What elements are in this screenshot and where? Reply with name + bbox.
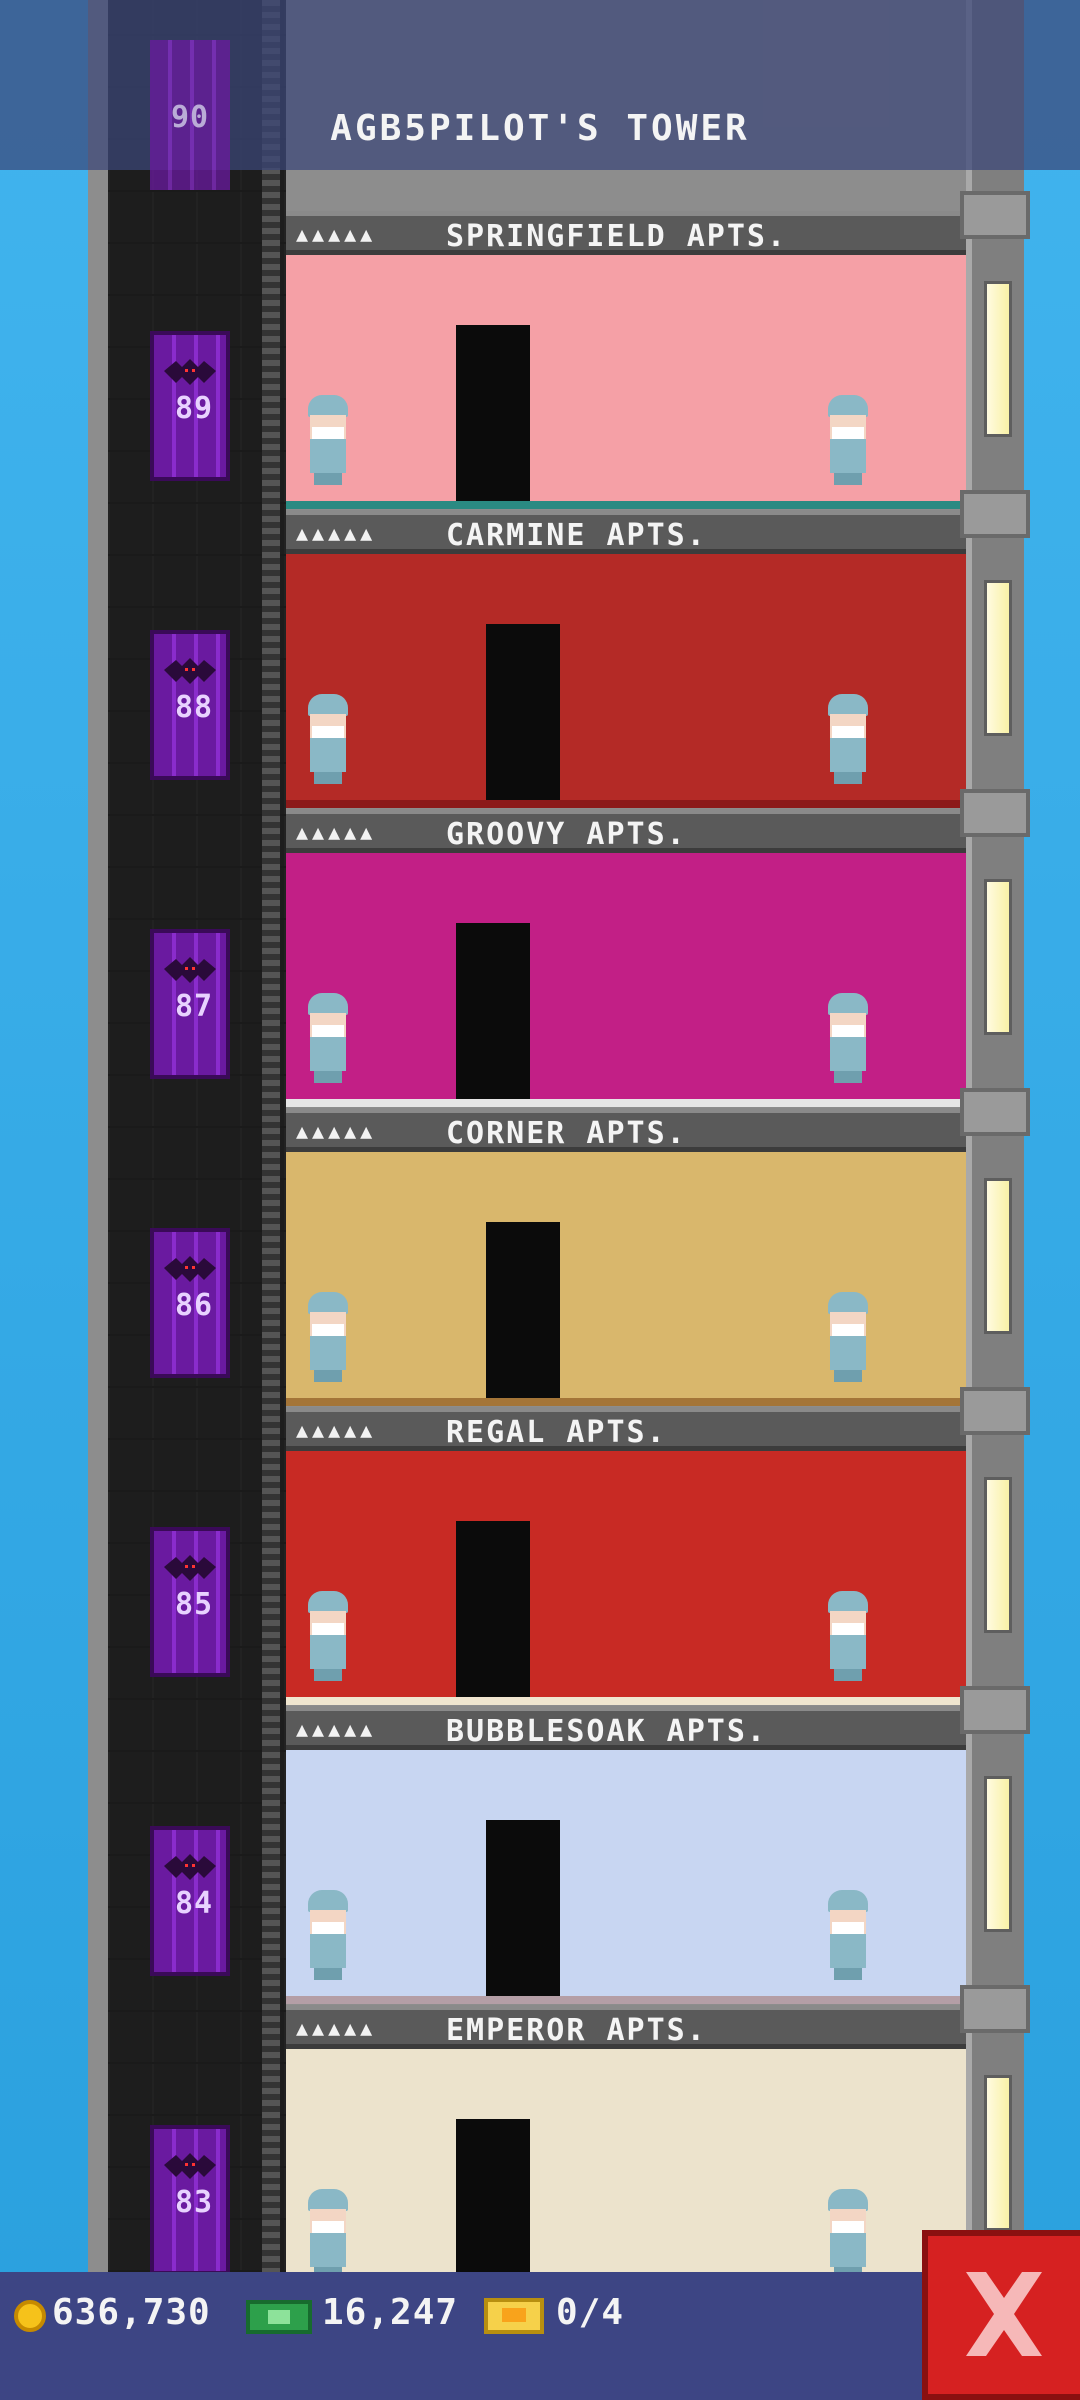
- floor-name-bar[interactable]: ▲▲▲▲▲ EMPEROR APTS.: [286, 2005, 966, 2049]
- apartment-door: [486, 1820, 560, 1996]
- floor-stars: ▲▲▲▲▲: [296, 521, 377, 545]
- tower-header: 90 AGB5PILOT'S TOWER: [0, 0, 1080, 190]
- floor-stars: ▲▲▲▲▲: [296, 1418, 377, 1442]
- coins-count: 636,730: [52, 2292, 211, 2333]
- floor-stars: ▲▲▲▲▲: [296, 1717, 377, 1741]
- apartment-door: [486, 1222, 560, 1398]
- apartment-room[interactable]: [286, 1152, 966, 1406]
- bitizen[interactable]: [306, 993, 350, 1083]
- floor-name-bar[interactable]: ▲▲▲▲▲ SPRINGFIELD APTS.: [286, 211, 966, 255]
- tower-bracket: [960, 1985, 1030, 2033]
- bitizen[interactable]: [826, 1591, 870, 1681]
- apartment-door: [456, 2119, 530, 2295]
- elevator-floor-number: 87: [174, 989, 214, 1024]
- tower-window-light: [984, 1178, 1012, 1334]
- elevator-floor-number: 83: [174, 2185, 214, 2220]
- bat-icon: [164, 2153, 216, 2179]
- floor-stars: ▲▲▲▲▲: [296, 222, 377, 246]
- apartment-room[interactable]: [286, 554, 966, 808]
- tower-bracket: [960, 191, 1030, 239]
- floor-name-bar[interactable]: ▲▲▲▲▲ GROOVY APTS.: [286, 809, 966, 853]
- apartment-door: [456, 1521, 530, 1697]
- elevator-car[interactable]: 86: [150, 1228, 230, 1378]
- apartment-door: [456, 325, 530, 501]
- bitizen[interactable]: [826, 395, 870, 485]
- coin-icon: [14, 2300, 46, 2332]
- floor-name: REGAL APTS.: [446, 1415, 667, 1450]
- floor-name: CARMINE APTS.: [446, 518, 707, 553]
- bat-icon: [164, 359, 216, 385]
- elevator-car[interactable]: 84: [150, 1826, 230, 1976]
- tower-bracket: [960, 1088, 1030, 1136]
- floor-name: CORNER APTS.: [446, 1116, 687, 1151]
- elevator-rail: [262, 0, 280, 2272]
- floor-name-bar[interactable]: ▲▲▲▲▲ REGAL APTS.: [286, 1407, 966, 1451]
- tower-window-light: [984, 2075, 1012, 2231]
- floor-name: SPRINGFIELD APTS.: [446, 219, 788, 254]
- bitizen[interactable]: [306, 694, 350, 784]
- floor-name: EMPEROR APTS.: [446, 2013, 707, 2048]
- apartment-door: [486, 624, 560, 800]
- tower-window-light: [984, 879, 1012, 1035]
- bitizen[interactable]: [306, 1292, 350, 1382]
- tower-bracket: [960, 490, 1030, 538]
- bitizen[interactable]: [826, 694, 870, 784]
- bat-icon: [164, 1256, 216, 1282]
- bitizen[interactable]: [306, 1591, 350, 1681]
- apartment-room[interactable]: [286, 1750, 966, 2004]
- bux-count: 16,247: [322, 2292, 459, 2333]
- floor-name-bar[interactable]: ▲▲▲▲▲ CARMINE APTS.: [286, 510, 966, 554]
- apartment-room[interactable]: [286, 255, 966, 509]
- tower-window-light: [984, 580, 1012, 736]
- elevator-floor-number: 89: [174, 391, 214, 426]
- elevator-floor-number: 88: [174, 690, 214, 725]
- floor-name: GROOVY APTS.: [446, 817, 687, 852]
- apartment-door: [456, 923, 530, 1099]
- tower-bracket: [960, 1387, 1030, 1435]
- elevator-car[interactable]: 83: [150, 2125, 230, 2275]
- bitizen[interactable]: [306, 1890, 350, 1980]
- bitizen[interactable]: [826, 2189, 870, 2279]
- tower-title: AGB5PILOT'S TOWER: [330, 108, 750, 149]
- bitizen[interactable]: [306, 2189, 350, 2279]
- floor-stars: ▲▲▲▲▲: [296, 820, 377, 844]
- tower-bracket: [960, 1686, 1030, 1734]
- elevator-floor-number: 85: [174, 1587, 214, 1622]
- tower-bracket: [960, 789, 1030, 837]
- floor-stars: ▲▲▲▲▲: [296, 1119, 377, 1143]
- bat-icon: [164, 1555, 216, 1581]
- ticket-icon: [484, 2298, 544, 2334]
- bitizen[interactable]: [306, 395, 350, 485]
- elevator-car[interactable]: 88: [150, 630, 230, 780]
- floor-name-bar[interactable]: ▲▲▲▲▲ CORNER APTS.: [286, 1108, 966, 1152]
- elevator-floor-number: 84: [174, 1886, 214, 1921]
- bitizen[interactable]: [826, 993, 870, 1083]
- floor-stars: ▲▲▲▲▲: [296, 2016, 377, 2040]
- bat-icon: [164, 658, 216, 684]
- tower-window-light: [984, 281, 1012, 437]
- apartment-room[interactable]: [286, 2049, 966, 2303]
- elevator-car[interactable]: 87: [150, 929, 230, 1079]
- bat-icon: [164, 957, 216, 983]
- floor-name: BUBBLESOAK APTS.: [446, 1714, 767, 1749]
- bux-icon: [246, 2300, 312, 2334]
- close-icon: [966, 2272, 1042, 2356]
- tower-window-light: [984, 1477, 1012, 1633]
- apartment-room[interactable]: [286, 1451, 966, 1705]
- elevator-car[interactable]: 89: [150, 331, 230, 481]
- tickets-count: 0/4: [556, 2292, 625, 2333]
- close-button[interactable]: [922, 2230, 1080, 2400]
- bitizen[interactable]: [826, 1292, 870, 1382]
- elevator-floor-number: 86: [174, 1288, 214, 1323]
- bitizen[interactable]: [826, 1890, 870, 1980]
- apartment-room[interactable]: [286, 853, 966, 1107]
- elevator-car[interactable]: 85: [150, 1527, 230, 1677]
- tower-window-light: [984, 1776, 1012, 1932]
- bat-icon: [164, 1854, 216, 1880]
- floor-name-bar[interactable]: ▲▲▲▲▲ BUBBLESOAK APTS.: [286, 1706, 966, 1750]
